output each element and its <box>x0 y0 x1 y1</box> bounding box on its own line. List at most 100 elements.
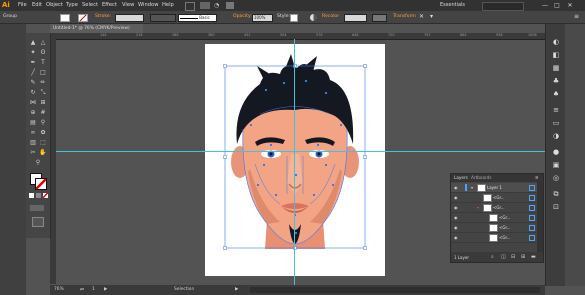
selection-icon[interactable]: ▲ <box>29 39 37 47</box>
delete-layer-icon[interactable]: ▬ <box>531 254 536 260</box>
document-tab[interactable]: Untitled-1* @ 76% (CMYK/Preview) <box>50 24 143 33</box>
rotate-icon[interactable]: ↻ <box>29 89 37 97</box>
isolate-group-button[interactable] <box>372 14 387 22</box>
transform-label[interactable]: Transform <box>393 14 416 19</box>
zoom-icon[interactable]: ⚲ <box>34 159 42 167</box>
graphic-style-swatch[interactable] <box>290 14 298 22</box>
fill-swatch[interactable] <box>60 14 70 22</box>
screen-mode-icon[interactable] <box>32 217 44 227</box>
panel-options-icon[interactable]: ▾ <box>430 13 433 20</box>
layers-scrollbar[interactable] <box>537 182 543 252</box>
sync-icon[interactable] <box>226 2 234 9</box>
status-menu-icon[interactable]: ▶ <box>235 287 238 292</box>
layer-row[interactable]: ◉ <Gr... <box>451 223 537 233</box>
symbols-icon[interactable]: ♠ <box>551 90 561 99</box>
layer-name[interactable]: Layer 1 <box>487 185 502 190</box>
maximize-button[interactable]: □ <box>552 1 562 10</box>
vertical-guide[interactable] <box>294 39 295 285</box>
artboards-panel-icon[interactable]: ⊡ <box>551 203 561 212</box>
stroke-color-box[interactable] <box>35 178 47 190</box>
control-panel-menu-icon[interactable]: ≡ <box>574 13 579 20</box>
visibility-eye-icon[interactable]: ◉ <box>454 215 458 220</box>
scale-icon[interactable]: ⤡ <box>39 89 47 97</box>
visibility-eye-icon[interactable]: ◉ <box>454 205 458 210</box>
none-mode-icon[interactable] <box>43 193 48 198</box>
symbol-icon[interactable]: ✿ <box>39 129 47 137</box>
horizontal-ruler[interactable]: 144 216 288 360 432 504 576 648 720 792 … <box>50 33 545 40</box>
color-guide-icon[interactable]: ◧ <box>551 51 561 60</box>
line-icon[interactable]: ╱ <box>29 69 37 77</box>
first-page-icon[interactable]: ⏮ <box>80 287 84 293</box>
layer-row[interactable]: ◉ <Gr... <box>451 193 537 203</box>
eyedropper-icon[interactable]: ⚲ <box>39 119 47 127</box>
hand-icon[interactable]: ✋ <box>39 149 47 157</box>
gpu-icon[interactable]: ◔ <box>214 2 222 9</box>
slice-icon[interactable]: ✂ <box>29 149 37 157</box>
menu-object[interactable]: Object <box>46 2 63 8</box>
menu-select[interactable]: Select <box>82 2 98 8</box>
align-dropdown[interactable] <box>344 14 367 22</box>
menu-window[interactable]: Window <box>138 2 158 8</box>
clipping-mask-icon[interactable]: ◫ <box>501 254 506 260</box>
shape-builder-icon[interactable]: ⊕ <box>29 109 37 117</box>
menu-edit[interactable]: Edit <box>32 2 42 8</box>
layer-name[interactable]: <Gr... <box>499 225 511 230</box>
layer-name[interactable]: <Gr... <box>499 235 511 240</box>
pen-icon[interactable]: ✒ <box>29 59 37 67</box>
layer-row[interactable]: ◉ <Gr... <box>451 213 537 223</box>
face-illustration[interactable] <box>205 44 385 276</box>
artboard-number[interactable]: 1 <box>92 287 95 292</box>
visibility-eye-icon[interactable]: ◉ <box>454 195 458 200</box>
magic-wand-icon[interactable]: ✦ <box>29 49 37 57</box>
pencil-icon[interactable]: ✏ <box>39 79 47 87</box>
minimize-button[interactable]: — <box>540 1 550 10</box>
search-input[interactable] <box>482 2 524 11</box>
recolor-wheel-icon[interactable] <box>310 14 317 21</box>
visibility-eye-icon[interactable]: ◉ <box>454 225 458 230</box>
next-page-icon[interactable]: ▶ <box>104 287 107 292</box>
stroke-label[interactable]: Stroke: <box>95 14 111 19</box>
target-circle-icon[interactable] <box>529 195 535 201</box>
menu-view[interactable]: View <box>122 2 134 8</box>
layer-row[interactable]: ◉ <Gr... <box>451 233 537 243</box>
crosshair-icon[interactable]: ✕ <box>419 13 424 20</box>
free-transform-icon[interactable]: ⊞ <box>39 99 47 107</box>
blend-icon[interactable]: ∞ <box>29 129 37 137</box>
type-icon[interactable]: T <box>39 59 47 67</box>
color-mode-icon[interactable] <box>29 193 34 198</box>
paintbrush-icon[interactable]: ✎ <box>29 79 37 87</box>
target-circle-icon[interactable] <box>529 235 535 241</box>
color-panel-icon[interactable]: ◐ <box>551 38 561 47</box>
lasso-icon[interactable]: ʘ <box>39 49 47 57</box>
artboard[interactable] <box>205 44 385 276</box>
layer-name[interactable]: <Gr... <box>493 195 505 200</box>
current-tool[interactable]: Selection <box>174 287 194 292</box>
visibility-eye-icon[interactable]: ◉ <box>454 235 458 240</box>
close-button[interactable]: ✕ <box>565 1 575 10</box>
workspace-switcher[interactable]: Essentials <box>440 2 480 9</box>
target-circle-icon[interactable] <box>529 215 535 221</box>
target-circle-icon[interactable] <box>529 185 535 191</box>
align-panel-icon[interactable]: ◎ <box>551 174 561 183</box>
width-icon[interactable]: ⋈ <box>29 99 37 107</box>
brush-definition[interactable]: Basic <box>178 14 217 22</box>
direct-selection-icon[interactable]: △ <box>39 39 47 47</box>
target-circle-icon[interactable] <box>529 225 535 231</box>
recolor-label[interactable]: Recolor <box>322 14 339 19</box>
gradient-panel-icon[interactable]: ▭ <box>551 119 561 128</box>
tab-layers[interactable]: Layers <box>454 175 468 180</box>
tab-artboards[interactable]: Artboards <box>471 175 492 180</box>
menu-file[interactable]: File <box>18 2 27 8</box>
expand-triangle-icon[interactable]: ▾ <box>471 185 473 190</box>
panel-menu-icon[interactable]: ≡ <box>535 175 539 180</box>
variable-width-profile[interactable] <box>150 14 176 22</box>
new-sublayer-icon[interactable]: ⊟ <box>511 254 515 260</box>
layer-row[interactable]: ◉ ▾ Layer 1 <box>451 183 537 193</box>
stroke-panel-icon[interactable]: ≡ <box>551 106 561 115</box>
menu-effect[interactable]: Effect <box>102 2 117 8</box>
zoom-level[interactable]: 76% <box>54 287 64 292</box>
new-layer-icon[interactable]: ⊞ <box>521 254 525 260</box>
mesh-icon[interactable]: # <box>39 109 47 117</box>
stroke-weight-field[interactable] <box>115 14 144 22</box>
draw-mode-icon[interactable] <box>30 205 44 211</box>
